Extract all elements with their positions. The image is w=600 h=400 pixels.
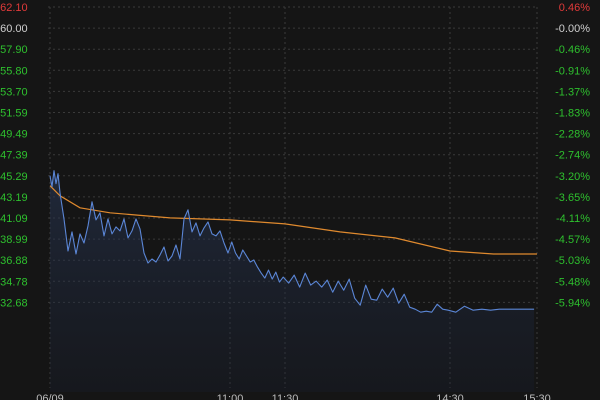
x-tick-label: 11:00	[217, 393, 244, 400]
y-right-tick-label: -3.20%	[555, 171, 590, 183]
x-tick-label: 15:30	[523, 393, 551, 400]
x-axis: 06/09 11:00 11:30 14:30 15:30	[36, 393, 551, 400]
y-right-tick-label: -2.74%	[555, 150, 590, 162]
y-left-tick-label: 149.49	[0, 129, 28, 141]
y-left-tick-label: 153.70	[0, 86, 28, 98]
y-left-tick-label: 162.10	[0, 2, 28, 14]
y-right-tick-label: -5.03%	[555, 255, 590, 267]
price-chart: 162.10 160.00 157.90 155.80 153.70 151.59 149.…	[0, 2, 590, 400]
y-right-tick-label: -4.11%	[556, 213, 590, 225]
y-left-tick-label: 138.99	[0, 234, 28, 246]
y-axis-left: 162.10 160.00 157.90 155.80 153.70 151.59 149.…	[0, 2, 28, 309]
y-right-tick-label: -5.94%	[555, 297, 590, 309]
y-left-tick-label: 147.39	[0, 150, 28, 162]
y-axis-right-percent: 0.46% -0.00% -0.46% -0.91% -1.37% -1.83% -2.28…	[555, 2, 590, 309]
y-left-tick-label: 151.59	[0, 108, 28, 120]
y-right-tick-label: -0.46%	[555, 44, 590, 56]
y-left-tick-label: 136.88	[0, 255, 28, 267]
y-right-tick-label: -2.28%	[555, 129, 590, 141]
y-right-tick-label: -3.65%	[555, 192, 590, 204]
y-left-tick-label: 141.09	[0, 213, 28, 225]
y-left-tick-label: 143.19	[0, 192, 28, 204]
y-right-tick-label: -5.48%	[555, 276, 590, 288]
y-left-tick-label: 160.00	[0, 23, 28, 35]
y-left-tick-label: 134.78	[0, 276, 28, 288]
y-left-tick-label: 157.90	[0, 44, 28, 56]
y-right-tick-label: -4.57%	[555, 234, 590, 246]
y-right-tick-label: -0.91%	[555, 65, 590, 77]
y-left-tick-label: 155.80	[0, 65, 28, 77]
y-right-tick-label: -1.37%	[555, 86, 590, 98]
x-tick-label: 06/09	[36, 393, 64, 400]
y-left-tick-label: 132.68	[0, 297, 28, 309]
x-tick-label: 11:30	[272, 393, 299, 400]
price-area-fill	[50, 170, 535, 392]
y-right-tick-label: -0.00%	[555, 23, 590, 35]
y-right-tick-label: -1.83%	[555, 108, 590, 120]
y-right-tick-label: 0.46%	[559, 2, 590, 14]
x-tick-label: 14:30	[436, 393, 464, 400]
y-left-tick-label: 145.29	[0, 171, 28, 183]
